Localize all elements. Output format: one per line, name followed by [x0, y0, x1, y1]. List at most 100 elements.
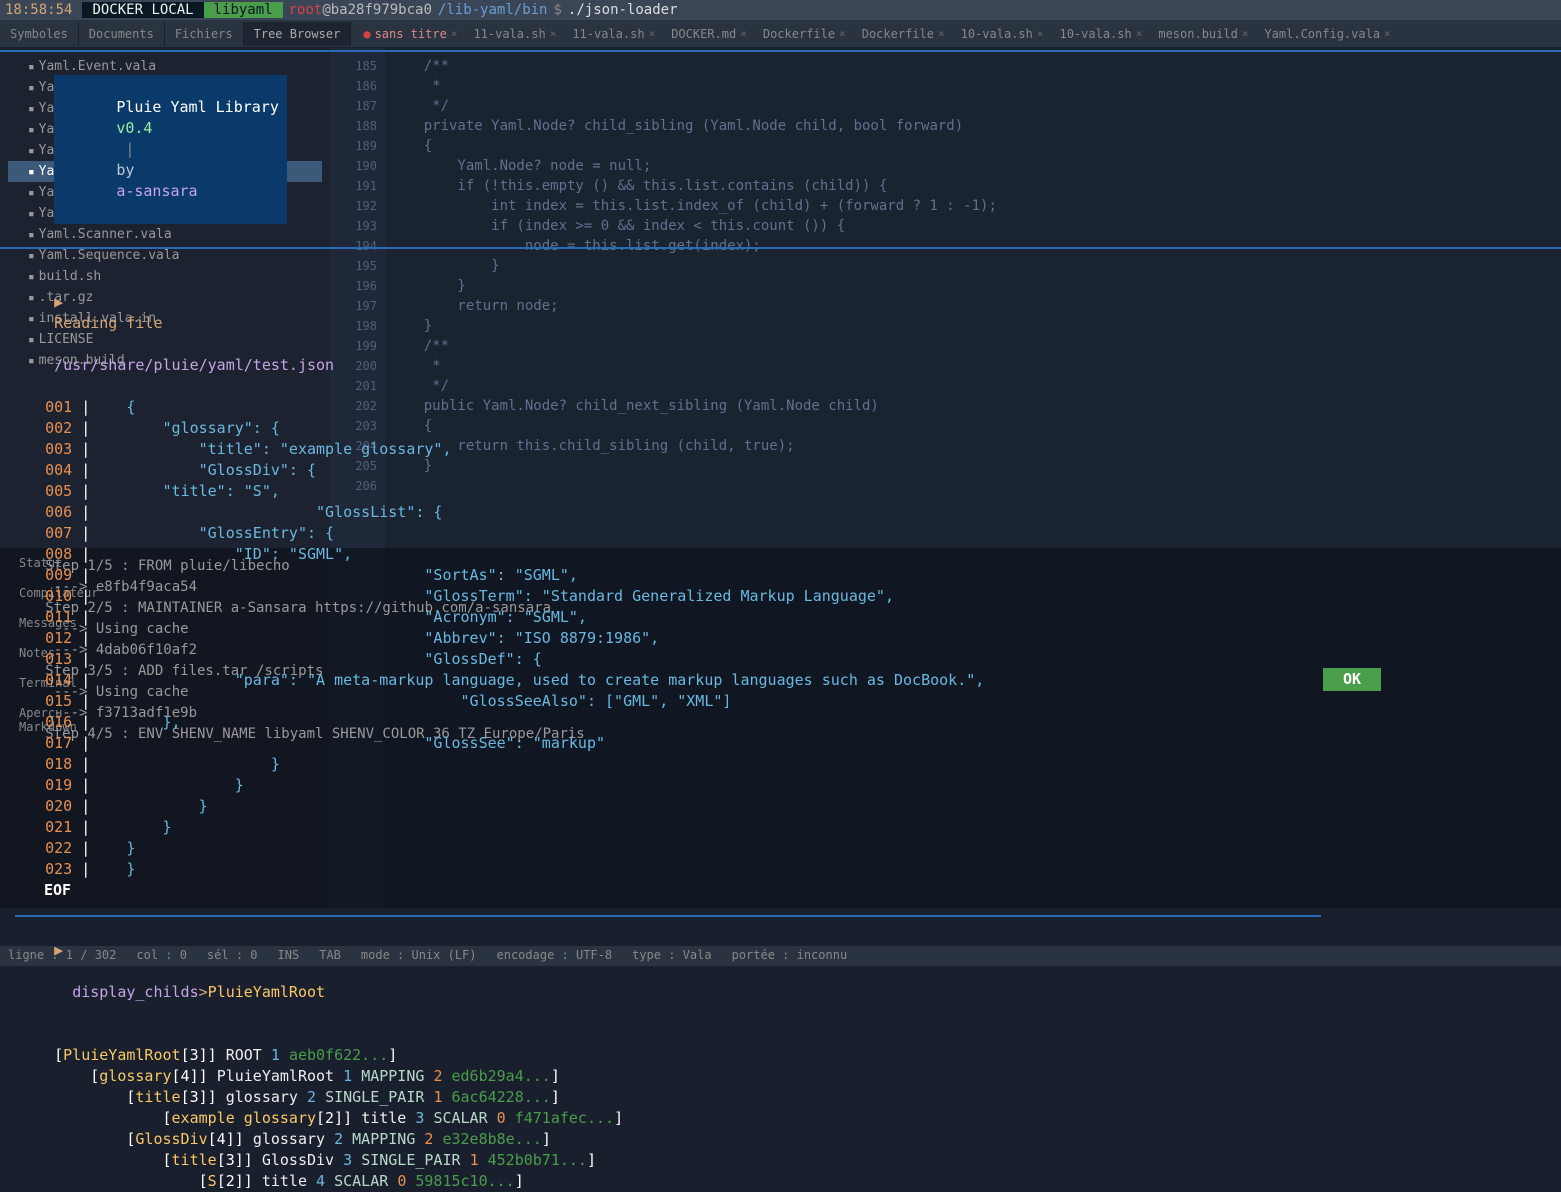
file-tree-item[interactable]: ▪Yaml.Loader.vala: [8, 119, 322, 140]
file-icon: ▪: [28, 60, 35, 73]
file-tree-item[interactable]: ▪LICENSE: [8, 329, 322, 350]
editor-tab[interactable]: Dockerfile×: [755, 23, 854, 45]
code-line: {: [390, 136, 997, 156]
line-number: 201: [330, 376, 385, 396]
line-number: 187: [330, 96, 385, 116]
status-ins: INS: [278, 948, 300, 964]
build-line: Step 4/5 : ENV SHENV_NAME libyaml SHENV_…: [20, 724, 1541, 745]
tree-node-line: [title[3]] GlossDiv 3 SINGLE_PAIR 1 452b…: [0, 1150, 1561, 1171]
docker-badge: DOCKER LOCAL: [82, 2, 203, 18]
file-tree-item[interactable]: ▪install.vala.in: [8, 308, 322, 329]
line-number: 204: [330, 436, 385, 456]
editor-tab[interactable]: DOCKER.md×: [663, 23, 755, 45]
line-number: 197: [330, 296, 385, 316]
dot-icon: ●: [363, 27, 370, 41]
file-tree-item[interactable]: ▪.tar.gz: [8, 287, 322, 308]
hostname: @ba28f979bca0: [322, 2, 432, 18]
close-icon[interactable]: ×: [938, 27, 945, 40]
build-line: Step 1/5 : FROM pluie/libecho: [20, 556, 1541, 577]
sidebar-tab[interactable]: Fichiers: [165, 22, 244, 46]
file-tree-item[interactable]: ▪Yaml.Sequence.vala: [8, 245, 322, 266]
file-tree-item[interactable]: ▪Yaml.globa.vala: [8, 98, 322, 119]
sidebar-tab[interactable]: Documents: [79, 22, 165, 46]
file-tree-item[interactable]: ▪Yaml.Event.vala: [8, 56, 322, 77]
cwd: /lib-yaml/bin: [438, 2, 548, 18]
code-line: *: [390, 356, 997, 376]
tree-node-line: [PluieYamlRoot[3]] ROOT 1 aeb0f622...]: [0, 1045, 1561, 1066]
code-line: Yaml.Node? node = null;: [390, 156, 997, 176]
line-number: 188: [330, 116, 385, 136]
file-tree-item[interactable]: ▪Yaml.Finder.vala: [8, 77, 322, 98]
status-sel: sél : 0: [207, 948, 258, 964]
file-icon: ▪: [28, 249, 35, 262]
build-line: Step 2/5 : MAINTAINER a-Sansara https://…: [20, 598, 1541, 619]
line-number: 196: [330, 276, 385, 296]
file-icon: ▪: [28, 81, 35, 94]
panel-tab[interactable]: Notes: [15, 638, 105, 668]
fn-arg: PluieYamlRoot: [208, 983, 325, 1001]
file-tree-item[interactable]: ▪Yaml.Node.vala: [8, 161, 322, 182]
line-number: 185: [330, 56, 385, 76]
editor-tab[interactable]: 11-vala.sh×: [564, 23, 663, 45]
panel-tab[interactable]: Terminal: [15, 668, 105, 698]
line-number: 200: [330, 356, 385, 376]
close-icon[interactable]: ×: [649, 27, 656, 40]
fn-name: display_childs: [72, 983, 198, 1001]
close-icon[interactable]: ×: [1384, 27, 1391, 40]
sidebar-tab[interactable]: Tree Browser: [244, 22, 352, 46]
line-number: 195: [330, 256, 385, 276]
code-line: if (index >= 0 && index < this.count ())…: [390, 216, 997, 236]
file-tree-item[interactable]: ▪build.sh: [8, 266, 322, 287]
editor-tab[interactable]: 11-vala.sh×: [465, 23, 564, 45]
editor-tab[interactable]: 10-vala.sh×: [953, 23, 1052, 45]
close-icon[interactable]: ×: [1136, 27, 1143, 40]
file-tree-item[interactable]: ▪Yaml.Scalar.vala: [8, 203, 322, 224]
panel-tab[interactable]: Messages: [15, 608, 105, 638]
status-line: ligne : 1 / 302: [8, 948, 116, 964]
code-line: return node;: [390, 296, 997, 316]
status-mode: mode : Unix (LF): [361, 948, 477, 964]
editor-tab[interactable]: ●sans titre×: [355, 23, 465, 45]
close-icon[interactable]: ×: [1242, 27, 1249, 40]
panel-tab[interactable]: Compilateur: [15, 578, 105, 608]
sidebar-buttons: StatutCompilateurMessagesNotesTerminalAp…: [15, 548, 105, 742]
file-icon: ▪: [28, 354, 35, 367]
close-icon[interactable]: ×: [550, 27, 557, 40]
tree-node-line: [glossary[4]] PluieYamlRoot 1 MAPPING 2 …: [0, 1066, 1561, 1087]
code-line: private Yaml.Node? child_sibling (Yaml.N…: [390, 116, 997, 136]
status-scope: portée : inconnu: [732, 948, 848, 964]
line-number: 206: [330, 476, 385, 496]
file-tree-item[interactable]: ▪Yaml.Mapping.vala: [8, 140, 322, 161]
file-icon: ▪: [28, 333, 35, 346]
file-tree-item[interactable]: ▪meson.build: [8, 350, 322, 371]
file-icon: ▪: [28, 123, 35, 136]
code-line: {: [390, 416, 997, 436]
status-col: col : 0: [136, 948, 187, 964]
file-icon: ▪: [28, 186, 35, 199]
close-icon[interactable]: ×: [740, 27, 747, 40]
tab-strip: SymbolesDocumentsFichiersTree Browser ●s…: [0, 20, 1561, 48]
file-tree-item[interactable]: ▪Yaml.Scanner.vala: [8, 224, 322, 245]
editor-tab[interactable]: Yaml.Config.vala×: [1256, 23, 1398, 45]
code-line: }: [390, 276, 997, 296]
build-line: ---> f3713adf1e9b: [20, 703, 1541, 724]
editor-tab[interactable]: meson.build×: [1150, 23, 1256, 45]
panel-tab[interactable]: Aperçu Markdown: [15, 698, 105, 742]
editor-tab[interactable]: Dockerfile×: [854, 23, 953, 45]
sidebar-tab[interactable]: Symboles: [0, 22, 79, 46]
file-icon: ▪: [28, 102, 35, 115]
panel-tab[interactable]: Statut: [15, 548, 105, 578]
code-line: if (!this.empty () && this.list.contains…: [390, 176, 997, 196]
code-line: return this.child_sibling (child, true);: [390, 436, 997, 456]
editor-tab[interactable]: 10-vala.sh×: [1051, 23, 1150, 45]
close-icon[interactable]: ×: [839, 27, 846, 40]
status-type: type : Vala: [632, 948, 711, 964]
close-icon[interactable]: ×: [1037, 27, 1044, 40]
close-icon[interactable]: ×: [451, 27, 458, 40]
line-number: 189: [330, 136, 385, 156]
file-icon: ▪: [28, 270, 35, 283]
line-number: 193: [330, 216, 385, 236]
line-number: 205: [330, 456, 385, 476]
file-tree-item[interactable]: ▪Yaml.Processor.vala: [8, 182, 322, 203]
code-line: }: [390, 316, 997, 336]
